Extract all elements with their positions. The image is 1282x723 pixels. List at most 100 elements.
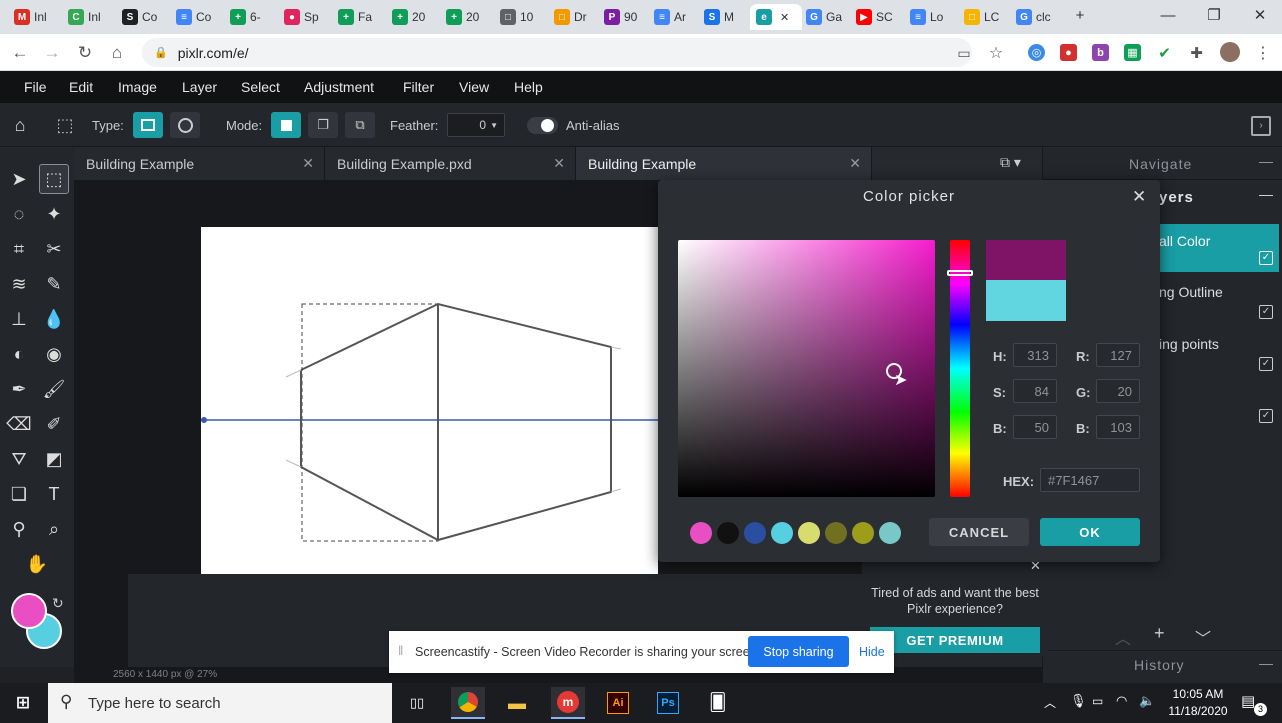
- extension-b-icon[interactable]: b: [1092, 44, 1109, 61]
- menu-help[interactable]: Help: [514, 79, 543, 95]
- browser-tab[interactable]: S Co: [116, 4, 163, 30]
- clock-date[interactable]: 11/18/2020: [1163, 704, 1233, 718]
- browser-tab[interactable]: ≡ Lo: [904, 4, 951, 30]
- original-color-preview[interactable]: [986, 280, 1066, 321]
- browser-tab[interactable]: M Inl: [8, 4, 55, 30]
- minimize-button[interactable]: —: [1145, 0, 1191, 30]
- layer-item[interactable]: ing points ✓: [1159, 329, 1279, 377]
- browser-tab[interactable]: ● Sp: [278, 4, 325, 30]
- red-input[interactable]: 127: [1096, 343, 1140, 367]
- arrange-tool-icon[interactable]: ➤: [4, 164, 34, 194]
- cancel-button[interactable]: CANCEL: [929, 518, 1029, 546]
- battery-icon[interactable]: ▭: [1092, 694, 1103, 708]
- home-icon[interactable]: ⌂: [105, 41, 129, 65]
- menu-layer[interactable]: Layer: [182, 79, 217, 95]
- menu-file[interactable]: File: [24, 79, 47, 95]
- doc-tab-3[interactable]: Building Example ✕: [576, 147, 872, 180]
- get-premium-button[interactable]: GET PREMIUM: [870, 627, 1040, 653]
- swap-colors-icon[interactable]: ↻: [52, 595, 64, 612]
- browser-tab[interactable]: + Fa: [332, 4, 379, 30]
- browser-tab[interactable]: G Ga: [800, 4, 847, 30]
- browser-tab[interactable]: ▶ SC: [850, 4, 897, 30]
- layer-item[interactable]: ✓: [1159, 381, 1279, 429]
- collapse-icon[interactable]: —: [1259, 153, 1273, 169]
- layer-item[interactable]: ng Outline ✓: [1159, 277, 1279, 325]
- doc-tab-2[interactable]: Building Example.pxd ✕: [325, 147, 576, 180]
- mode-add-button[interactable]: ❐: [308, 112, 338, 138]
- add-layer-icon[interactable]: +: [1154, 623, 1165, 644]
- menu-edit[interactable]: Edit: [69, 79, 93, 95]
- type-ellipse-button[interactable]: [170, 112, 200, 138]
- color-replace-tool-icon[interactable]: ✐: [39, 409, 69, 439]
- browser-tab[interactable]: Gclc: [1010, 4, 1057, 30]
- ok-button[interactable]: OK: [1040, 518, 1140, 546]
- new-tab-button[interactable]: +: [1060, 0, 1100, 30]
- color-swatch[interactable]: [798, 522, 820, 544]
- doc-tab-1[interactable]: Building Example ✕: [74, 147, 325, 180]
- liquify-tool-icon[interactable]: ≋: [4, 269, 34, 299]
- gradient-tool-icon[interactable]: ◩: [39, 444, 69, 474]
- fill-tool-icon[interactable]: ⛛: [4, 444, 34, 474]
- menu-view[interactable]: View: [459, 79, 489, 95]
- color-swatch[interactable]: [852, 522, 874, 544]
- close-tab-icon[interactable]: ✕: [553, 155, 565, 172]
- panel-toggle-icon[interactable]: ›: [1251, 116, 1271, 136]
- wifi-icon[interactable]: ◠: [1116, 693, 1127, 709]
- close-tab-icon[interactable]: ✕: [849, 155, 861, 172]
- blue-input[interactable]: 103: [1096, 415, 1140, 439]
- heal-tool-icon[interactable]: ✎: [39, 269, 69, 299]
- window-arrange-icon[interactable]: ⧉ ▾: [1000, 154, 1021, 171]
- app-red-icon[interactable]: m: [551, 687, 585, 719]
- browser-tab[interactable]: +20: [440, 4, 487, 30]
- close-dialog-icon[interactable]: ✕: [1132, 187, 1146, 207]
- layer-visibility-checkbox[interactable]: ✓: [1259, 305, 1273, 319]
- restore-button[interactable]: ❐: [1191, 0, 1237, 30]
- extension-circle-icon[interactable]: ◎: [1028, 44, 1045, 61]
- drag-handle-icon[interactable]: ‖: [398, 643, 403, 658]
- reload-icon[interactable]: ↻: [73, 41, 97, 65]
- chrome-taskbar-icon[interactable]: [451, 687, 485, 719]
- hue-slider[interactable]: [950, 240, 970, 497]
- magic-wand-tool-icon[interactable]: ✦: [39, 199, 69, 229]
- extensions-puzzle-icon[interactable]: ✚: [1188, 44, 1205, 62]
- extension-grid-icon[interactable]: ▦: [1124, 44, 1141, 61]
- color-picker-tool-icon[interactable]: ⚲: [4, 514, 34, 544]
- forward-icon[interactable]: →: [40, 41, 64, 65]
- browser-tab[interactable]: e ✕: [750, 4, 802, 30]
- hand-tool-icon[interactable]: ✋: [22, 549, 52, 579]
- browser-tab[interactable]: SM: [698, 4, 745, 30]
- mode-subtract-button[interactable]: ⧉: [345, 112, 375, 138]
- history-header[interactable]: History —: [1043, 650, 1282, 683]
- color-swatch[interactable]: [825, 522, 847, 544]
- menu-adjustment[interactable]: Adjustment: [304, 79, 374, 95]
- type-rectangle-button[interactable]: [133, 112, 163, 138]
- image-canvas[interactable]: [201, 227, 658, 574]
- anti-alias-toggle[interactable]: [527, 117, 558, 134]
- close-tab-icon[interactable]: ✕: [302, 155, 314, 172]
- crop-tool-icon[interactable]: ⌗: [4, 234, 34, 264]
- clone-stamp-tool-icon[interactable]: ⊥: [4, 304, 34, 334]
- photoshop-icon[interactable]: Ps: [651, 687, 685, 719]
- color-swatch[interactable]: [879, 522, 901, 544]
- collapse-icon[interactable]: —: [1259, 186, 1273, 202]
- lasso-tool-icon[interactable]: ◌: [4, 199, 34, 229]
- browser-tab[interactable]: +6-: [224, 4, 271, 30]
- layer-visibility-checkbox[interactable]: ✓: [1259, 357, 1273, 371]
- browser-tab[interactable]: C Inl: [62, 4, 109, 30]
- color-swatch[interactable]: [717, 522, 739, 544]
- back-icon[interactable]: ←: [8, 41, 32, 65]
- notifications-icon[interactable]: ▤: [1241, 692, 1255, 710]
- menu-select[interactable]: Select: [241, 79, 280, 95]
- profile-avatar[interactable]: [1220, 42, 1240, 62]
- pen-tool-icon[interactable]: ✒: [4, 374, 34, 404]
- task-view-icon[interactable]: ▯▯: [400, 687, 434, 719]
- show-hidden-icons-icon[interactable]: ︿: [1044, 694, 1056, 711]
- browser-tab[interactable]: □ 10: [494, 4, 541, 30]
- shape-tool-icon[interactable]: ❏: [4, 479, 34, 509]
- cutout-tool-icon[interactable]: ✂: [39, 234, 69, 264]
- stop-sharing-button[interactable]: Stop sharing: [748, 636, 849, 667]
- home-icon[interactable]: ⌂: [5, 110, 35, 140]
- extension-red-icon[interactable]: ●: [1060, 44, 1077, 61]
- app-cards-icon[interactable]: 🂠: [701, 687, 735, 719]
- browser-tab[interactable]: ≡ Ar: [648, 4, 695, 30]
